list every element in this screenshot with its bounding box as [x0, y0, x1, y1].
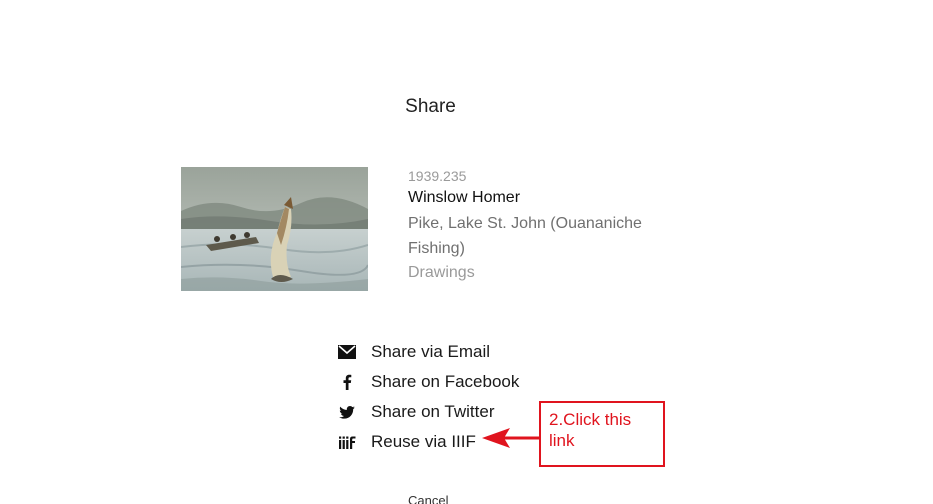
- artist-name: Winslow Homer: [408, 189, 521, 206]
- artwork-title: Pike, Lake St. John (Ouananiche Fishing): [408, 215, 642, 257]
- artwork-thumbnail: [181, 167, 368, 291]
- dialog-title: Share: [405, 96, 456, 117]
- artwork-image: [181, 167, 368, 291]
- annotation-callout: 2.Click this link: [539, 401, 665, 467]
- annotation-arrow-icon: [482, 428, 540, 448]
- envelope-icon: [337, 342, 357, 362]
- share-facebook-button[interactable]: Share on Facebook: [337, 367, 557, 397]
- cancel-button[interactable]: Cancel: [408, 493, 448, 504]
- twitter-icon: [337, 402, 357, 422]
- artwork-details: 1939.235 Winslow Homer Pike, Lake St. Jo…: [408, 166, 668, 285]
- share-email-button[interactable]: Share via Email: [337, 337, 557, 367]
- share-email-label: Share via Email: [371, 342, 491, 361]
- share-twitter-button[interactable]: Share on Twitter: [337, 397, 557, 427]
- facebook-icon: [337, 372, 357, 392]
- share-twitter-label: Share on Twitter: [371, 402, 495, 421]
- share-facebook-label: Share on Facebook: [371, 372, 520, 391]
- accession-number: 1939.235: [408, 168, 467, 184]
- share-dialog: Share 1939.235 Winslow Homer Pike, Lake …: [0, 0, 933, 504]
- iiif-icon: [337, 432, 357, 452]
- reuse-iiif-label: Reuse via IIIF: [371, 432, 476, 451]
- department: Drawings: [408, 264, 475, 281]
